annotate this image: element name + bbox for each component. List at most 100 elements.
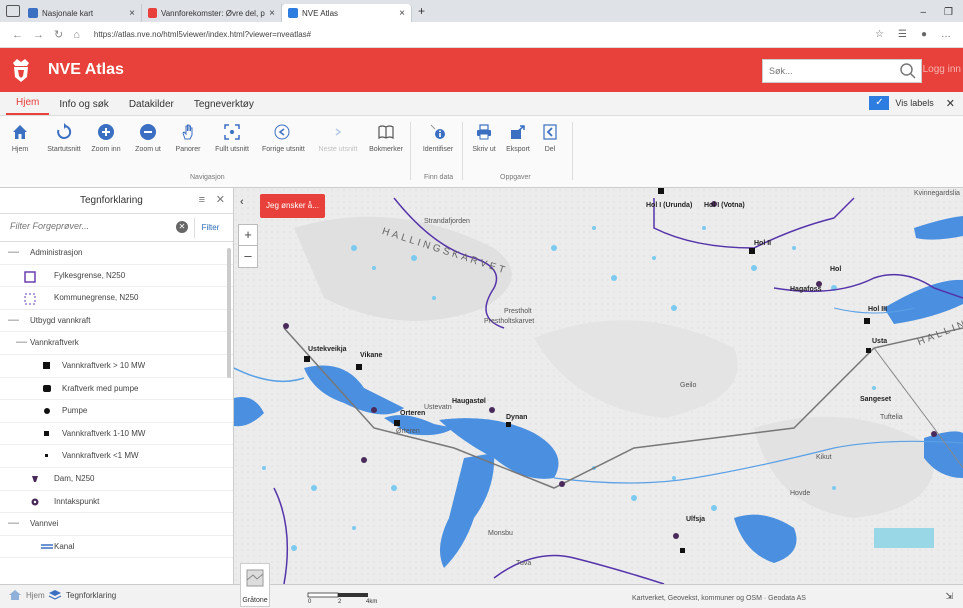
map-view[interactable]: Hol I (Urunda) Hol I (Votna) Hol II Hol III… [234, 188, 963, 584]
map-place-label: Hagafoss [790, 286, 822, 293]
collapse-dash-icon[interactable]: — [8, 314, 19, 326]
legend-item[interactable]: Kommunegrense, N250 [0, 287, 233, 310]
map-canvas[interactable] [234, 188, 963, 584]
window-menu-icon[interactable] [6, 5, 20, 17]
forward-icon [335, 128, 342, 136]
back-arrow-icon[interactable]: ← [12, 29, 23, 41]
collapse-panel-icon[interactable]: ‹ [240, 196, 244, 208]
minimize-icon[interactable]: – [920, 7, 926, 18]
share-button[interactable]: Del [530, 122, 570, 153]
tab-datakilder[interactable]: Datakilder [119, 99, 184, 115]
legend-item[interactable]: Dam, N250 [0, 468, 233, 491]
tab-close-icon[interactable]: × [269, 8, 275, 19]
map-place-label: Orteren [400, 410, 426, 417]
clear-filter-icon[interactable]: ✕ [176, 221, 188, 233]
legend-item[interactable]: — Vannkraftverk [0, 332, 233, 355]
browser-tab-strip: Nasjonale kart × Vannforekomster: Øvre del… [0, 0, 963, 22]
reload-icon[interactable]: ↻ [54, 28, 63, 41]
checkmark-icon[interactable]: ✓ [869, 96, 890, 110]
map-place-label: Kikut [816, 454, 832, 461]
close-ribbon-icon[interactable]: ✕ [946, 97, 955, 110]
filter-button[interactable]: Filter [194, 218, 226, 238]
map-zoom-out-icon[interactable]: – [239, 246, 257, 267]
collections-icon[interactable]: ☰ [898, 29, 907, 40]
tab-info-og-sok[interactable]: Info og søk [49, 99, 118, 115]
map-zoom-in-icon[interactable]: + [239, 225, 257, 246]
tab-favicon-icon [288, 8, 298, 18]
browser-tab[interactable]: NVE Atlas × [282, 4, 412, 22]
map-place-label: Kvinnegardslia [914, 190, 960, 197]
bottom-tab-legend[interactable]: Tegnforklaring [48, 589, 116, 601]
legend-item[interactable]: Inntakspunkt [0, 491, 233, 514]
legend-scrollbar[interactable] [227, 248, 231, 378]
export-icon [511, 125, 525, 139]
legend-item-label: Fylkesgrense, N250 [54, 270, 126, 280]
full-extent-button[interactable]: Fullt utsnitt [212, 122, 252, 153]
next-extent-button[interactable]: Neste utsnitt [318, 122, 358, 153]
legend-item[interactable]: — Utbygd vannkraft [0, 310, 233, 333]
url-field[interactable]: https://atlas.nve.no/html5viewer/index.h… [94, 30, 311, 39]
identify-button[interactable]: Identifiser [418, 122, 458, 153]
browser-tab[interactable]: Vannforekomster: Øvre del, pass × [142, 4, 282, 22]
group-divider [462, 122, 463, 180]
favorites-star-icon[interactable]: ☆ [875, 29, 884, 40]
info-request-button[interactable]: Jeg ønsker å... [260, 194, 325, 218]
more-icon[interactable]: … [941, 29, 951, 40]
legend-filter-input[interactable] [10, 221, 160, 231]
legend-item[interactable]: Pumpe [0, 400, 233, 423]
start-extent-button[interactable]: Startutsnitt [44, 122, 84, 153]
tab-favicon-icon [148, 8, 157, 18]
profile-icon[interactable]: ● [921, 29, 927, 40]
legend-item-label: Utbygd vannkraft [30, 315, 91, 325]
bookmarks-button[interactable]: Bokmerker [366, 122, 406, 153]
legend-item[interactable]: Vannkraftverk <1 MW [0, 445, 233, 468]
basemap-icon [246, 569, 264, 587]
legend-close-icon[interactable]: ✕ [216, 193, 225, 206]
tab-hjem[interactable]: Hjem [6, 97, 50, 115]
browser-tab[interactable]: Nasjonale kart × [22, 4, 142, 22]
map-place-label: Prestholt [504, 308, 532, 315]
legend-menu-icon[interactable]: ≡ [199, 194, 205, 206]
zoom-in-button[interactable]: Zoom inn [86, 122, 126, 153]
legend-item-label: Kraftverk med pumpe [62, 383, 139, 393]
basemap-switcher[interactable]: Gråtone [240, 563, 270, 607]
legend-item[interactable]: Vannkraftverk 1-10 MW [0, 423, 233, 446]
labels-toggle[interactable]: ✓ Vis labels ✕ [869, 96, 955, 110]
legend-filter-row: ✕ Filter [0, 214, 233, 242]
bottom-tab-home[interactable]: Hjem [8, 589, 45, 601]
legend-item[interactable]: — Administrasjon [0, 242, 233, 265]
expand-icon[interactable]: ⇲ [945, 591, 953, 602]
search-input[interactable] [769, 66, 889, 76]
maximize-icon[interactable]: ❐ [944, 7, 953, 18]
collapse-dash-icon[interactable]: — [16, 336, 27, 348]
home-browser-icon[interactable]: ⌂ [73, 29, 80, 41]
signin-link[interactable]: Logg inn [923, 64, 961, 75]
browser-tab-label: Nasjonale kart [42, 8, 94, 18]
home-button[interactable]: Hjem [0, 122, 40, 153]
map-place-label: Hovde [790, 490, 811, 497]
tab-close-icon[interactable]: × [129, 8, 135, 19]
tab-close-icon[interactable]: × [399, 8, 405, 19]
nve-crest-logo [10, 57, 32, 83]
previous-extent-button[interactable]: Forrige utsnitt [262, 122, 305, 153]
tab-tegneverktoy[interactable]: Tegneverktøy [184, 99, 264, 115]
new-tab-button[interactable]: + [418, 4, 425, 18]
tasks-group-label: Oppgaver [500, 174, 531, 181]
legend-item[interactable]: — Vannvei [0, 513, 233, 536]
legend-item[interactable]: Kraftverk med pumpe [0, 378, 233, 401]
pan-button[interactable]: Panorer [168, 122, 208, 153]
collapse-dash-icon[interactable]: — [8, 246, 19, 258]
zoom-out-button[interactable]: Zoom ut [128, 122, 168, 153]
legend-item[interactable]: Kanal [0, 536, 233, 559]
search-box[interactable] [762, 59, 922, 83]
collapse-dash-icon[interactable]: — [8, 517, 19, 529]
large-plant-icon [43, 361, 50, 369]
legend-item[interactable]: Vannkraftverk > 10 MW [0, 355, 233, 378]
bookmark-icon [378, 125, 394, 140]
labels-toggle-label: Vis labels [895, 98, 934, 108]
home-icon [13, 125, 27, 139]
identify-icon [430, 124, 445, 139]
search-icon[interactable] [899, 62, 917, 80]
forward-arrow-icon[interactable]: → [33, 29, 44, 41]
legend-item[interactable]: Fylkesgrense, N250 [0, 265, 233, 288]
